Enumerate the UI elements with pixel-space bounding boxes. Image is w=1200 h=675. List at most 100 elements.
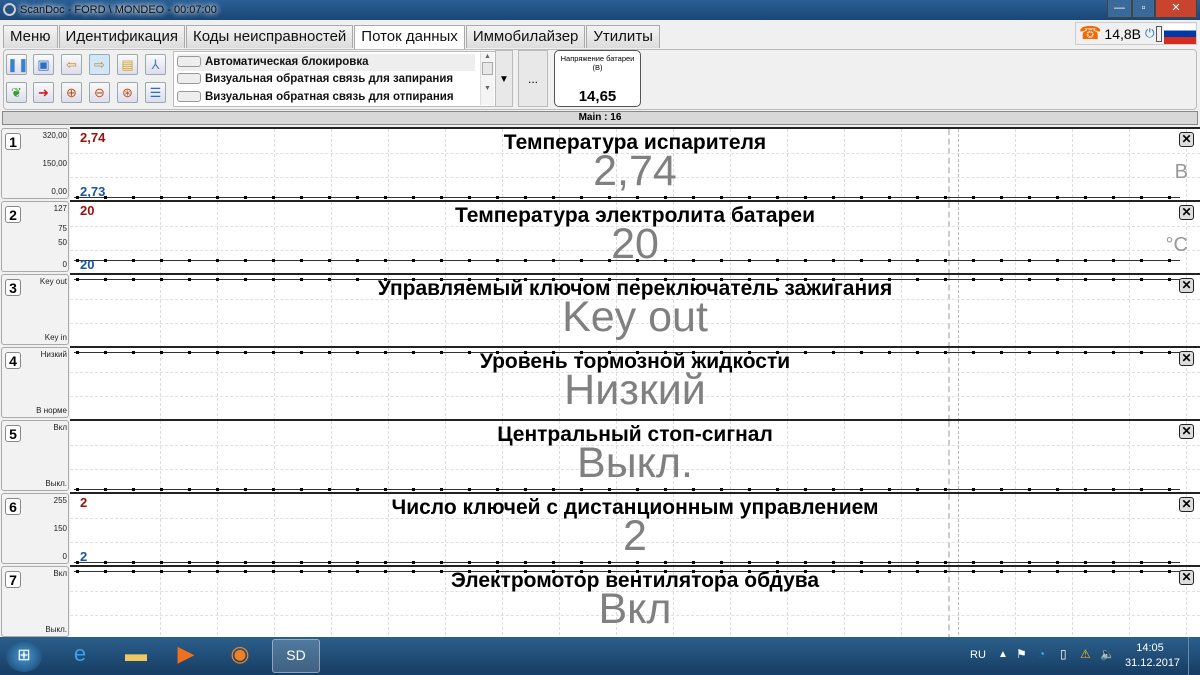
panel-graph[interactable]: 22 Число ключей с дистанционным управлен… <box>70 492 1200 565</box>
pause-button[interactable]: ❚❚ <box>6 54 29 75</box>
more-button[interactable]: ... <box>518 50 548 107</box>
network-warning-icon[interactable]: ⚠ <box>1080 647 1091 661</box>
parameter-list[interactable]: Автоматическая блокировка Визуальная обр… <box>173 51 496 107</box>
data-point <box>720 488 723 491</box>
zoom-fit-button[interactable]: ⊛ <box>117 82 138 103</box>
media-player-icon[interactable]: ▶ <box>166 641 206 671</box>
explorer-icon[interactable]: ▬ <box>116 641 156 671</box>
panel-graph[interactable]: 2,74 2,73 Температура испарителя 2,74 В ✕ <box>70 127 1200 200</box>
data-point <box>1112 488 1115 491</box>
data-point <box>1028 488 1031 491</box>
panel-graph[interactable]: 20 20 Температура электролита батареи 20 … <box>70 200 1200 273</box>
battery-voltage-widget: Напряжение батареи (В) 14,65 <box>554 50 641 107</box>
tab-1[interactable]: Идентификация <box>58 25 186 48</box>
ie-icon[interactable]: e <box>60 641 100 671</box>
panel-graph[interactable]: Управляемый ключом переключатель зажиган… <box>70 273 1200 346</box>
data-point <box>328 196 331 199</box>
firefox-icon[interactable]: ◉ <box>220 641 260 671</box>
panel-label-column: 7 Вкл Выкл. <box>1 566 69 637</box>
battery-tray-icon[interactable]: ▯ <box>1060 647 1067 661</box>
tab-5[interactable]: Утилиты <box>586 25 660 48</box>
toggle-switch[interactable] <box>177 56 201 68</box>
close-panel-button[interactable]: ✕ <box>1179 351 1194 366</box>
panel-graph[interactable]: Электромотор вентилятора обдува Вкл ✕ <box>70 565 1200 638</box>
start-button[interactable]: ⊞ <box>6 640 42 672</box>
data-point <box>440 196 443 199</box>
data-point <box>76 488 79 491</box>
language-indicator[interactable]: RU <box>970 649 986 661</box>
list-view-button[interactable]: ☰ <box>145 82 166 103</box>
data-point <box>608 561 611 564</box>
data-panel: 4 Низкий В норме Уровень тормозной жидкост… <box>0 346 1200 419</box>
panel-number[interactable]: 2 <box>5 206 21 223</box>
tab-4[interactable]: Иммобилайзер <box>465 25 586 48</box>
close-panel-button[interactable]: ✕ <box>1179 424 1194 439</box>
axis-label: Выкл. <box>45 625 67 634</box>
close-panel-button[interactable]: ✕ <box>1179 570 1194 585</box>
data-point <box>1084 561 1087 564</box>
data-point <box>300 196 303 199</box>
export-button[interactable]: ➜ <box>33 82 54 103</box>
action-center-flag-icon[interactable]: ⚑ <box>1016 647 1027 661</box>
list-item[interactable]: Визуальная обратная связь для запирания <box>177 71 475 88</box>
panel-graph[interactable]: Центральный стоп-сигнал Выкл. ✕ <box>70 419 1200 492</box>
data-point <box>76 196 79 199</box>
minimize-button[interactable]: — <box>1107 0 1132 18</box>
leaf-icon-button[interactable]: ❦ <box>6 82 27 103</box>
close-panel-button[interactable]: ✕ <box>1179 205 1194 220</box>
data-panel: 6 255 150 0 22 Число ключей с дистанционным… <box>0 492 1200 565</box>
data-point <box>272 196 275 199</box>
zoom-out-button[interactable]: ⊖ <box>89 82 110 103</box>
data-point <box>916 561 919 564</box>
close-panel-button[interactable]: ✕ <box>1179 278 1194 293</box>
data-point <box>804 488 807 491</box>
tray-expand-icon[interactable]: ▲ <box>998 649 1008 660</box>
data-point <box>972 488 975 491</box>
load-prev-button[interactable]: ⇦ <box>61 54 82 75</box>
panel-label-column: 6 255 150 0 <box>1 493 69 564</box>
scandoc-taskbar-icon[interactable]: SD <box>272 639 320 673</box>
list-scrollbar[interactable]: ▲ ▼ <box>480 53 494 105</box>
data-point <box>1168 196 1171 199</box>
list-item[interactable]: Автоматическая блокировка <box>177 54 475 71</box>
toggle-switch[interactable] <box>177 91 201 103</box>
data-point <box>132 561 135 564</box>
list-dropdown-button[interactable]: ▼ <box>495 50 513 107</box>
panel-number[interactable]: 1 <box>5 133 21 150</box>
clock[interactable]: 14:05 31.12.2017 <box>1125 642 1180 669</box>
axis-label: Вкл <box>53 569 67 578</box>
close-panel-button[interactable]: ✕ <box>1179 497 1194 512</box>
panel-number[interactable]: 3 <box>5 279 21 296</box>
tab-2[interactable]: Коды неисправностей <box>186 25 354 48</box>
data-point <box>272 561 275 564</box>
data-point <box>1140 561 1143 564</box>
panel-number[interactable]: 4 <box>5 352 21 369</box>
data-point <box>244 196 247 199</box>
show-desktop-button[interactable] <box>1188 637 1200 675</box>
panel-graph[interactable]: Уровень тормозной жидкости Низкий ✕ <box>70 346 1200 419</box>
load-next-button[interactable]: ⇨ <box>89 54 110 75</box>
tray-app-icon[interactable]: ◔ <box>1038 647 1045 661</box>
close-panel-button[interactable]: ✕ <box>1179 132 1194 147</box>
panel-number[interactable]: 5 <box>5 425 21 442</box>
data-point <box>888 561 891 564</box>
maximize-button[interactable]: ▫ <box>1132 0 1155 18</box>
tab-3[interactable]: Поток данных <box>354 25 465 49</box>
data-point <box>1140 196 1143 199</box>
data-point <box>1056 196 1059 199</box>
save-button[interactable]: ▣ <box>33 54 54 75</box>
panel-number[interactable]: 7 <box>5 571 21 588</box>
data-point <box>1168 488 1171 491</box>
panel-number[interactable]: 6 <box>5 498 21 515</box>
folders-button[interactable]: ▤ <box>117 54 138 75</box>
graph-button[interactable]: ⅄ <box>145 54 166 75</box>
volume-icon[interactable]: 🔈 <box>1100 647 1115 661</box>
data-point <box>496 561 499 564</box>
tab-0[interactable]: Меню <box>3 25 58 48</box>
data-point <box>748 196 751 199</box>
close-window-button[interactable]: ✕ <box>1155 0 1197 18</box>
zoom-in-button[interactable]: ⊕ <box>61 82 82 103</box>
data-point <box>580 488 583 491</box>
toggle-switch[interactable] <box>177 73 201 85</box>
list-item[interactable]: Визуальная обратная связь для отпирания <box>177 89 475 106</box>
